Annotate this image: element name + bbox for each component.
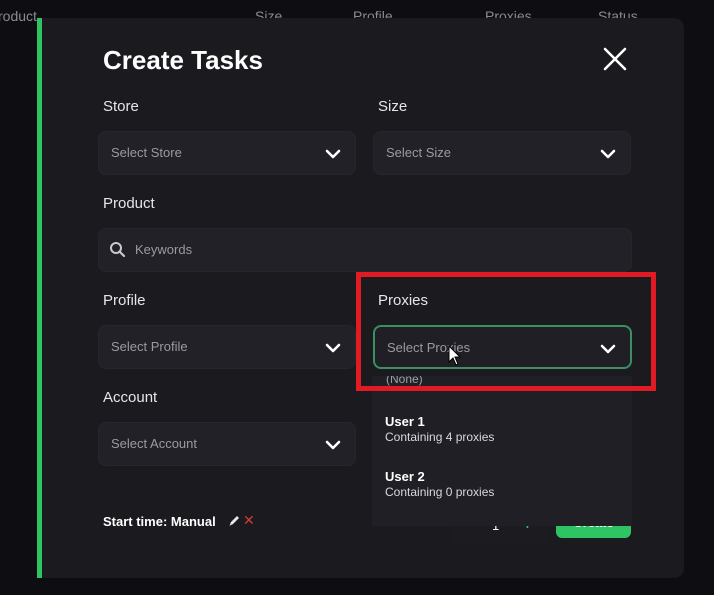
size-select[interactable]: Select Size (373, 131, 631, 175)
option-detail: Containing 0 proxies (385, 485, 495, 499)
option-detail: Containing 4 proxies (385, 430, 495, 444)
product-label: Product (103, 195, 155, 212)
dropdown-option-user-1[interactable]: User 1 Containing 4 proxies (385, 414, 494, 444)
product-search-input[interactable]: Keywords (98, 228, 632, 272)
close-icon[interactable] (600, 44, 630, 74)
chevron-down-icon (325, 440, 341, 450)
modal-title: Create Tasks (103, 45, 263, 75)
store-select[interactable]: Select Store (98, 131, 356, 175)
product-search-placeholder: Keywords (135, 242, 193, 257)
profile-select-value: Select Profile (111, 339, 188, 354)
clear-start-time-icon[interactable]: ✕ (243, 512, 255, 529)
pencil-icon[interactable] (228, 514, 241, 527)
profile-select[interactable]: Select Profile (98, 325, 356, 369)
search-icon (110, 242, 126, 258)
size-label: Size (378, 98, 408, 115)
account-select-value: Select Account (111, 436, 197, 451)
option-name: User 1 (385, 414, 425, 429)
store-select-value: Select Store (111, 145, 182, 160)
column-product: roduct (0, 8, 37, 24)
profile-label: Profile (103, 292, 146, 309)
chevron-down-icon (325, 149, 341, 159)
proxies-dropdown: (None) User 1 Containing 4 proxies User … (372, 376, 632, 526)
chevron-down-icon (325, 343, 341, 353)
account-label: Account (103, 389, 158, 406)
dropdown-option-user-2[interactable]: User 2 Containing 0 proxies (385, 469, 494, 499)
chevron-down-icon (600, 149, 616, 159)
account-select[interactable]: Select Account (98, 422, 356, 466)
mouse-cursor-icon (448, 345, 462, 366)
highlight-box (356, 272, 656, 391)
store-label: Store (103, 98, 139, 115)
start-time-label: Start time: Manual (103, 514, 216, 529)
option-name: User 2 (385, 469, 425, 484)
size-select-value: Select Size (386, 145, 452, 160)
